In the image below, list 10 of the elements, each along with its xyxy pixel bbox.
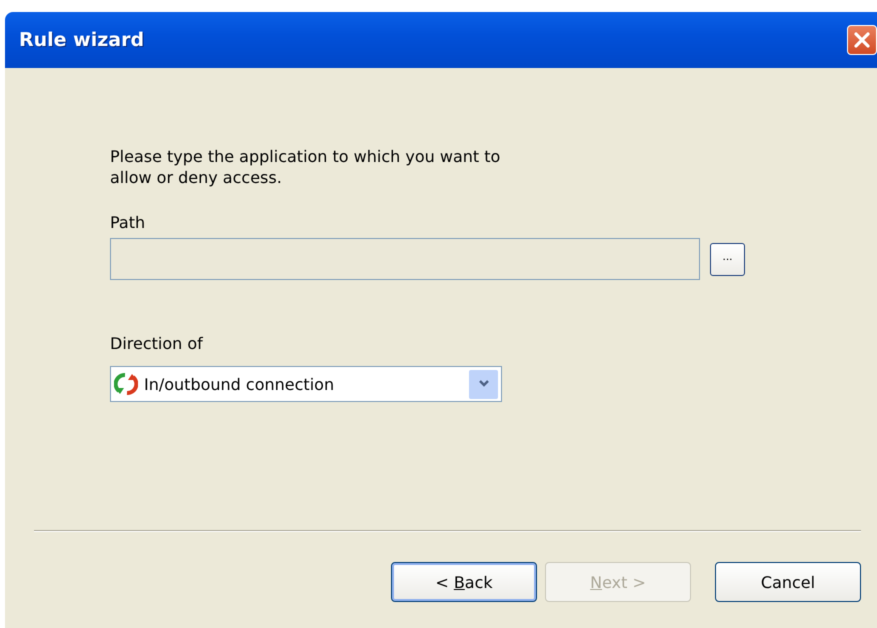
connection-arrows-icon — [114, 372, 138, 396]
window-title: Rule wizard — [19, 29, 144, 51]
close-button[interactable] — [847, 25, 877, 55]
direction-dropdown[interactable]: In/outbound connection — [110, 366, 502, 402]
close-icon — [853, 31, 871, 49]
back-button[interactable]: < Back — [391, 562, 537, 602]
direction-label: Direction of — [110, 334, 203, 353]
cancel-button[interactable]: Cancel — [715, 562, 861, 602]
instruction-text: Please type the application to which you want to allow or deny access. — [110, 146, 502, 188]
path-label: Path — [110, 213, 146, 232]
